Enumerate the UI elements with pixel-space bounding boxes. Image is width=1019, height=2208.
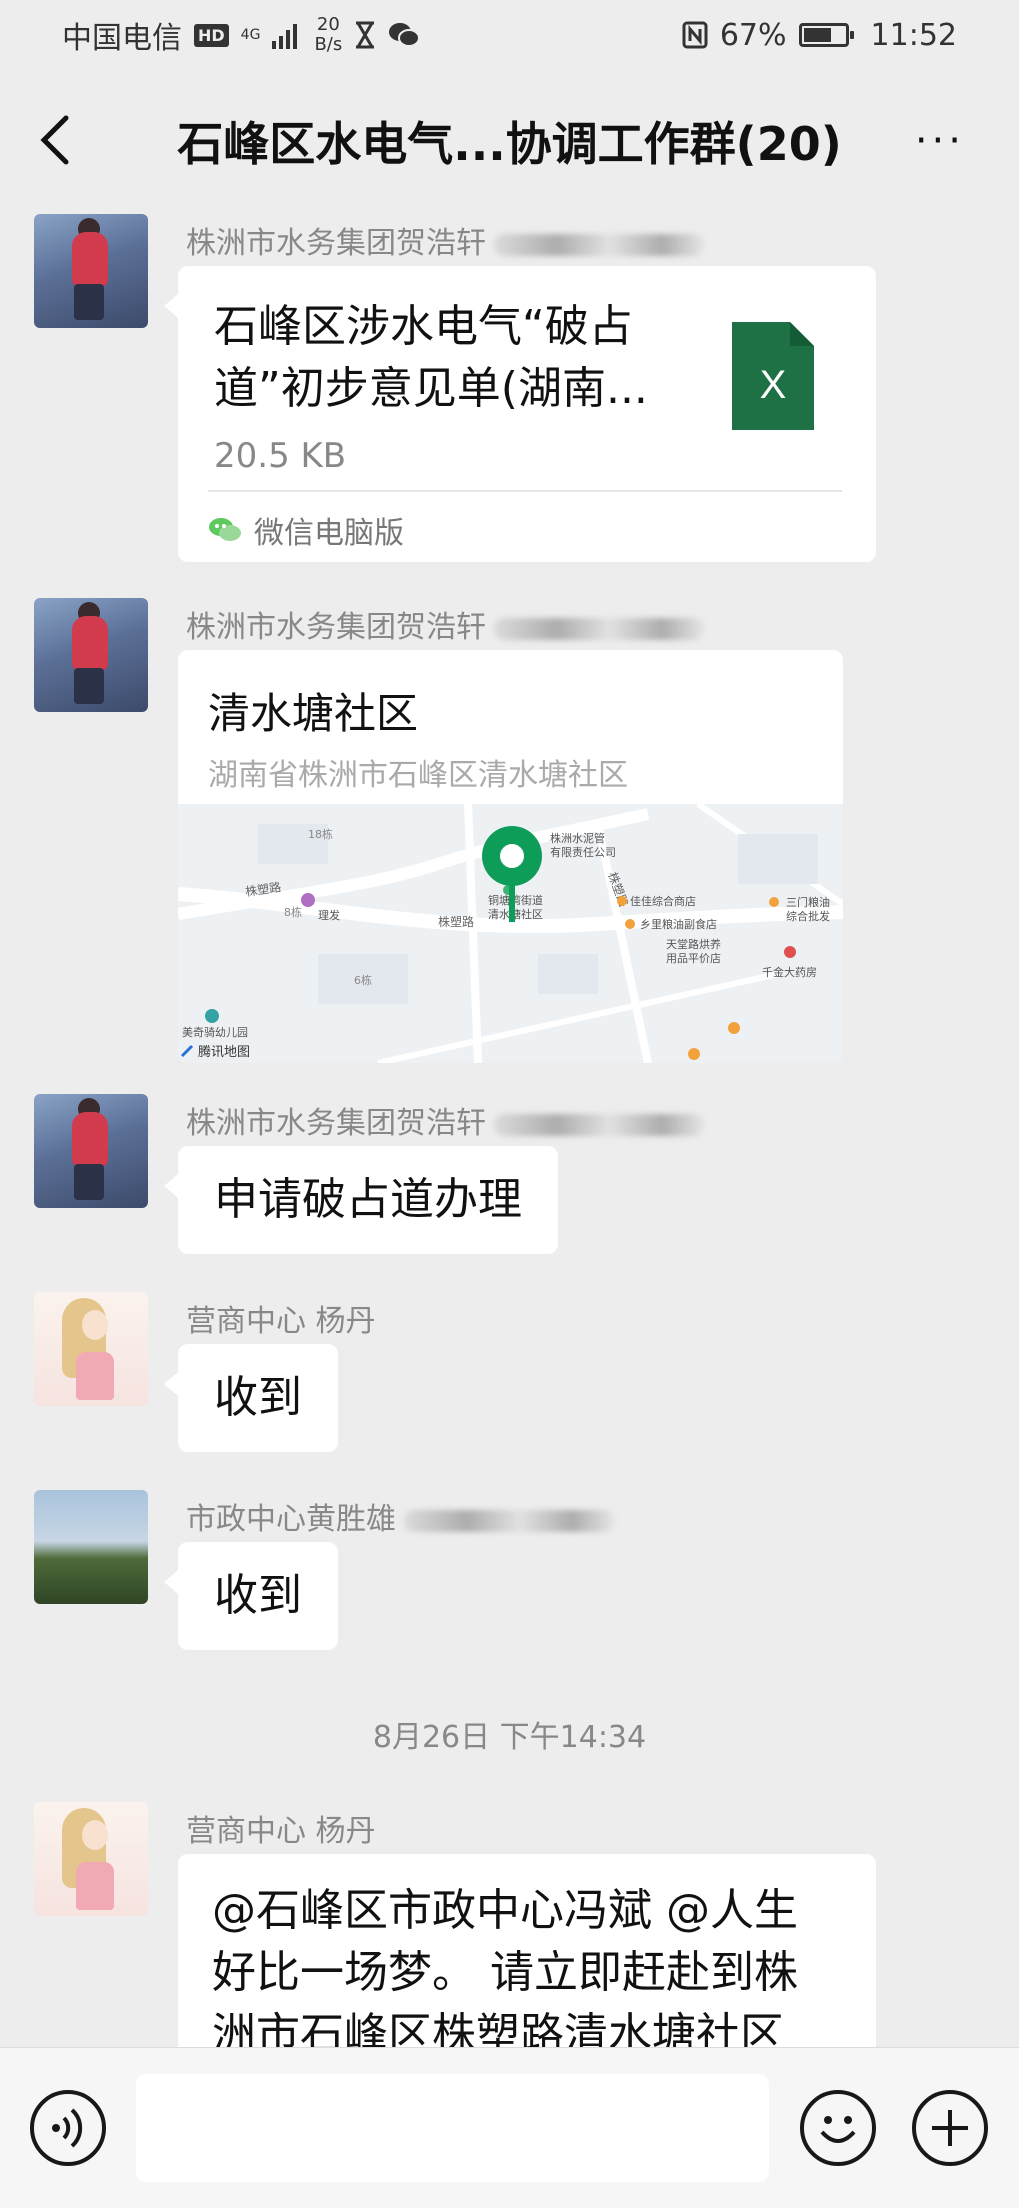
file-name: 石峰区涉水电气“破占道”初步意见单(湖南... [214, 301, 648, 414]
wechat-pc-icon [209, 518, 241, 541]
voice-input-button[interactable] [30, 2090, 106, 2166]
message-bubble[interactable]: 申请破占道办理 [164, 1146, 558, 1254]
network-speed: 20 B/s [314, 14, 343, 55]
emoji-button[interactable] [800, 2090, 876, 2166]
svg-text:千金大药房: 千金大药房 [762, 965, 817, 979]
svg-text:18栋: 18栋 [308, 827, 333, 841]
status-bar: 中国电信 HD 4G 20 B/s 67% 11:52 [0, 0, 1019, 70]
location-map: 18栋 8栋 6栋 株塑路 株塑路 株塑路 株洲水泥管 有限责任公司 铜塘湾街道… [178, 804, 843, 1063]
sender-name: 市政中心黄胜雄 [186, 1494, 614, 1538]
svg-text:X: X [760, 363, 787, 407]
sender-name: 株洲市水务集团贺浩轩 [186, 1098, 704, 1142]
svg-text:美奇骑幼儿园: 美奇骑幼儿园 [182, 1026, 248, 1039]
plus-icon [932, 2110, 968, 2146]
avatar[interactable] [34, 1094, 148, 1208]
svg-text:有限责任公司: 有限责任公司 [550, 845, 616, 859]
excel-file-icon: X [732, 322, 814, 430]
svg-text:天堂路烘养: 天堂路烘养 [666, 937, 721, 951]
svg-text:佳佳综合商店: 佳佳综合商店 [630, 894, 696, 908]
svg-text:铜塘湾街道: 铜塘湾街道 [488, 893, 543, 907]
svg-text:用品平价店: 用品平价店 [666, 951, 721, 965]
avatar[interactable] [34, 1802, 148, 1916]
carrier-label: 中国电信 [62, 21, 182, 56]
sender-name: 营商中心 杨丹 [186, 1814, 376, 1849]
location-title: 清水塘社区 [208, 689, 419, 738]
file-card[interactable]: 石峰区涉水电气“破占道”初步意见单(湖南... 20.5 KB X 微信电脑版 [164, 266, 876, 562]
chat-title: 石峰区水电气...协调工作群(20) [177, 117, 842, 171]
network-type: 4G [240, 27, 261, 43]
sender-name: 株洲市水务集团贺浩轩 [186, 602, 704, 646]
message-input[interactable] [136, 2074, 769, 2182]
svg-text:乡里粮油副食店: 乡里粮油副食店 [640, 917, 717, 931]
battery-percent: 67% [719, 17, 787, 53]
voice-icon [52, 2108, 83, 2148]
svg-text:6栋: 6栋 [354, 973, 372, 987]
divider [208, 490, 842, 492]
wechat-icon [389, 23, 421, 47]
svg-text:腾讯地图: 腾讯地图 [198, 1044, 250, 1060]
svg-text:三门粮油: 三门粮油 [786, 895, 830, 909]
message-bubble[interactable]: 收到 [164, 1344, 338, 1452]
file-size: 20.5 KB [214, 436, 347, 476]
hourglass-icon [356, 21, 375, 49]
avatar[interactable] [34, 1292, 148, 1406]
svg-text:株洲水泥管: 株洲水泥管 [550, 831, 605, 845]
svg-text:8栋: 8栋 [284, 905, 302, 919]
clock: 11:52 [870, 17, 957, 53]
svg-text:理发: 理发 [318, 908, 340, 922]
file-source: 微信电脑版 [208, 508, 404, 552]
hd-badge: HD [194, 23, 229, 47]
nfc-icon [682, 21, 708, 49]
svg-text:综合批发: 综合批发 [786, 909, 830, 923]
message-bubble[interactable]: 收到 [164, 1542, 338, 1650]
smiley-icon [820, 2116, 856, 2143]
svg-text:清水塘社区: 清水塘社区 [488, 907, 543, 921]
location-address: 湖南省株洲市石峰区清水塘社区 [208, 758, 628, 793]
input-bar [0, 2047, 1019, 2208]
chat-header: 石峰区水电气...协调工作群(20) ··· [0, 70, 1019, 210]
battery-icon [798, 23, 854, 47]
avatar[interactable] [34, 1490, 148, 1604]
avatar[interactable] [34, 598, 148, 712]
signal-icon [272, 24, 298, 49]
location-card[interactable]: 清水塘社区 湖南省株洲市石峰区清水塘社区 18栋 8栋 6栋 株塑路 株塑路 株… [178, 650, 843, 1063]
sender-name: 营商中心 杨丹 [186, 1304, 376, 1339]
chat-timestamp: 8月26日 下午14:34 [372, 1720, 647, 1755]
svg-text:株塑路: 株塑路 [438, 914, 474, 929]
more-actions-button[interactable] [912, 2090, 988, 2166]
avatar[interactable] [34, 214, 148, 328]
sender-name: 株洲市水务集团贺浩轩 [186, 218, 704, 262]
more-options-button[interactable]: ··· [915, 121, 965, 161]
